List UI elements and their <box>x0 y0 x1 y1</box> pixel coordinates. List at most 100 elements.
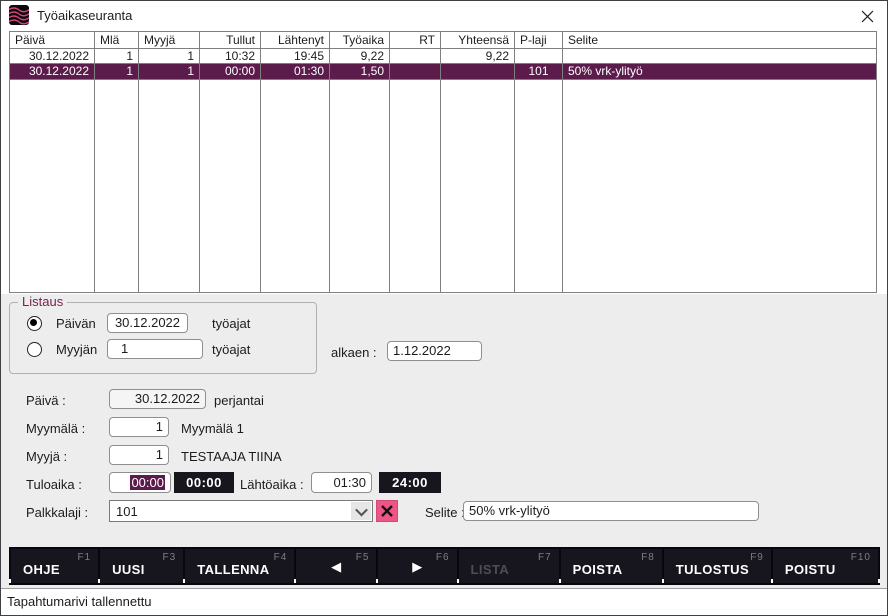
table-cell[interactable]: 9,22 <box>441 49 515 64</box>
table-cell[interactable]: 1 <box>95 49 139 64</box>
tuloaika-label: Tuloaika : <box>26 477 82 492</box>
table-cell[interactable]: 1 <box>139 49 200 64</box>
app-window: Työaikaseuranta Päivä Mlä Myyjä Tullut L… <box>0 0 888 616</box>
fkey-label: F1 <box>77 552 91 563</box>
table-cell[interactable]: 19:45 <box>261 49 330 64</box>
table-cell-selected[interactable]: 101 <box>515 64 563 80</box>
tuloaika-selected-text: 00:00 <box>130 475 165 490</box>
worktime-table: Päivä Mlä Myyjä Tullut Lähtenyt Työaika … <box>9 31 877 293</box>
poistu-button[interactable]: POISTU F10 <box>773 549 878 583</box>
table-cell-selected[interactable] <box>390 64 441 80</box>
tallenna-button-label: TALLENNA <box>197 562 269 577</box>
col-header-rt: RT <box>390 32 441 49</box>
selite-input[interactable]: 50% vrk-ylityö <box>463 501 759 521</box>
status-message: Tapahtumarivi tallennettu <box>7 594 152 609</box>
table-cell-selected[interactable]: 50% vrk-ylityö <box>563 64 876 80</box>
palkkalaji-combobox[interactable]: 101 <box>109 500 373 522</box>
poista-button-label: POISTA <box>573 562 623 577</box>
lahtoaika-badge: 24:00 <box>379 472 441 493</box>
close-icon <box>861 10 874 23</box>
table-cell-selected[interactable]: 01:30 <box>261 64 330 80</box>
paivan-date-input[interactable]: 30.12.2022 <box>107 313 188 333</box>
myyja-input[interactable]: 1 <box>109 445 169 465</box>
table-cell[interactable]: 10:32 <box>200 49 261 64</box>
fkey-label: F5 <box>356 552 370 563</box>
table-filler-cell <box>95 80 139 292</box>
table-cell-selected[interactable] <box>441 64 515 80</box>
col-header-mla: Mlä <box>95 32 139 49</box>
previous-button[interactable]: ◀ F5 <box>296 549 376 583</box>
col-header-plaji: P-laji <box>515 32 563 49</box>
lahtoaika-input[interactable]: 01:30 <box>311 472 372 493</box>
myyjan-suffix-label: työajat <box>212 342 250 357</box>
window-title: Työaikaseuranta <box>37 8 132 23</box>
fkey-label: F8 <box>641 552 655 563</box>
next-button[interactable]: ▶ F6 <box>378 549 456 583</box>
uusi-button-label: UUSI <box>112 562 145 577</box>
table-cell[interactable] <box>515 49 563 64</box>
col-header-lahtenyt: Lähtenyt <box>261 32 330 49</box>
paiva-input[interactable]: 30.12.2022 <box>109 389 206 409</box>
radio-myyjan-label: Myyjän <box>56 342 97 357</box>
table-cell[interactable] <box>563 49 876 64</box>
table-cell-selected[interactable]: 1,50 <box>330 64 390 80</box>
table-cell-selected[interactable]: 00:00 <box>200 64 261 80</box>
radio-paivan[interactable] <box>27 316 42 331</box>
table-filler-cell <box>563 80 876 292</box>
lista-button-label: LISTA <box>471 562 510 577</box>
weekday-label: perjantai <box>214 393 264 408</box>
myymala-label: Myymälä : <box>26 421 85 436</box>
radio-paivan-label: Päivän <box>56 316 96 331</box>
title-bar: Työaikaseuranta <box>1 1 887 29</box>
fkey-label: F9 <box>750 552 764 563</box>
lista-button[interactable]: LISTA F7 <box>459 549 559 583</box>
alkaen-label: alkaen : <box>331 345 377 360</box>
fkey-label: F10 <box>851 552 871 563</box>
table-filler-cell <box>441 80 515 292</box>
table-cell-selected[interactable]: 1 <box>139 64 200 80</box>
table-cell[interactable]: 30.12.2022 <box>10 49 95 64</box>
fkey-label: F7 <box>538 552 552 563</box>
ohje-button[interactable]: OHJE F1 <box>11 549 98 583</box>
myymala-input[interactable]: 1 <box>109 417 169 437</box>
lahtoaika-label: Lähtöaika : <box>240 477 304 492</box>
col-header-paiva: Päivä <box>10 32 95 49</box>
tallenna-button[interactable]: TALLENNA F4 <box>185 549 294 583</box>
table-cell[interactable]: 9,22 <box>330 49 390 64</box>
arrow-left-icon: ◀ <box>331 559 341 575</box>
table-filler-cell <box>200 80 261 292</box>
table-filler-cell <box>261 80 330 292</box>
tuloaika-input[interactable]: 00:00 <box>109 472 171 493</box>
ohje-button-label: OHJE <box>23 562 60 577</box>
listaus-groupbox: Listaus Päivän 30.12.2022 työajat Myyjän… <box>9 302 317 374</box>
col-header-myyja: Myyjä <box>139 32 200 49</box>
combo-dropdown-button[interactable] <box>351 502 371 520</box>
clear-palkkalaji-button[interactable] <box>376 500 398 522</box>
col-header-tullut: Tullut <box>200 32 261 49</box>
app-icon <box>9 5 29 25</box>
listaus-legend: Listaus <box>18 294 67 309</box>
fkey-label: F4 <box>274 552 288 563</box>
tulostus-button[interactable]: TULOSTUS F9 <box>664 549 771 583</box>
palkkalaji-value: 101 <box>110 504 351 519</box>
status-bar: Tapahtumarivi tallennettu <box>1 588 887 615</box>
myyjan-number-input[interactable]: 1 <box>107 339 203 359</box>
alkaen-date-input[interactable]: 1.12.2022 <box>387 341 482 361</box>
table-cell-selected[interactable]: 1 <box>95 64 139 80</box>
poista-button[interactable]: POISTA F8 <box>561 549 662 583</box>
uusi-button[interactable]: UUSI F3 <box>100 549 183 583</box>
table-cell[interactable] <box>390 49 441 64</box>
myymala-name-label: Myymälä 1 <box>181 421 244 436</box>
tuloaika-badge: 00:00 <box>174 472 234 493</box>
chevron-down-icon <box>355 503 368 516</box>
table-cell-selected[interactable]: 30.12.2022 <box>10 64 95 80</box>
table-filler-cell <box>10 80 95 292</box>
radio-myyjan[interactable] <box>27 342 42 357</box>
tulostus-button-label: TULOSTUS <box>676 562 749 577</box>
myyja-name-label: TESTAAJA TIINA <box>181 449 282 464</box>
table-filler-cell <box>390 80 441 292</box>
table-filler-cell <box>330 80 390 292</box>
col-header-yhteensa: Yhteensä <box>441 32 515 49</box>
col-header-selite: Selite <box>563 32 876 49</box>
close-button[interactable] <box>855 6 879 26</box>
